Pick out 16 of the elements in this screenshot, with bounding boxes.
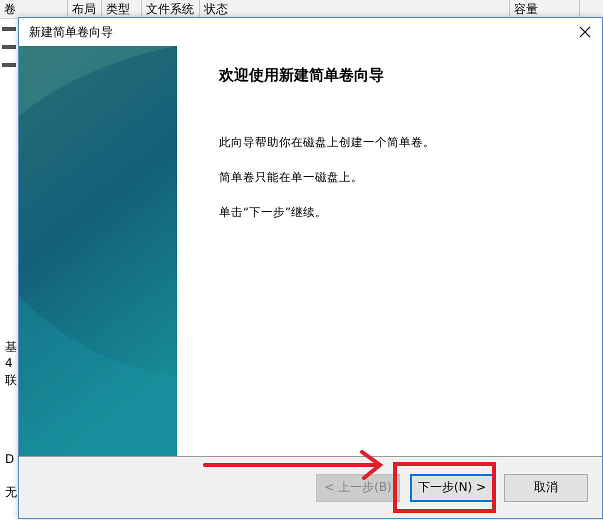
wizard-text: 单击“下一步”继续。: [219, 205, 328, 220]
disk-label: 基: [4, 339, 18, 355]
wizard-heading: 欢迎使用新建简单卷向导: [219, 66, 385, 85]
disk-label: D: [4, 451, 16, 467]
disk-label: 无: [4, 484, 18, 500]
drive-icon: [2, 45, 16, 49]
cancel-button[interactable]: 取消: [504, 474, 588, 502]
wizard-text: 此向导帮助你在磁盘上创建一个简单卷。: [219, 135, 436, 150]
next-button[interactable]: 下一步(N) >: [410, 474, 494, 502]
disk-label: 联: [4, 372, 18, 388]
drive-icon: [2, 27, 16, 31]
drive-icon: [2, 63, 16, 67]
close-icon: [579, 26, 591, 38]
wizard-text: 简单卷只能在单一磁盘上。: [219, 170, 364, 185]
window-title: 新建简单卷向导: [29, 24, 113, 40]
disk-label: 4: [4, 355, 14, 371]
